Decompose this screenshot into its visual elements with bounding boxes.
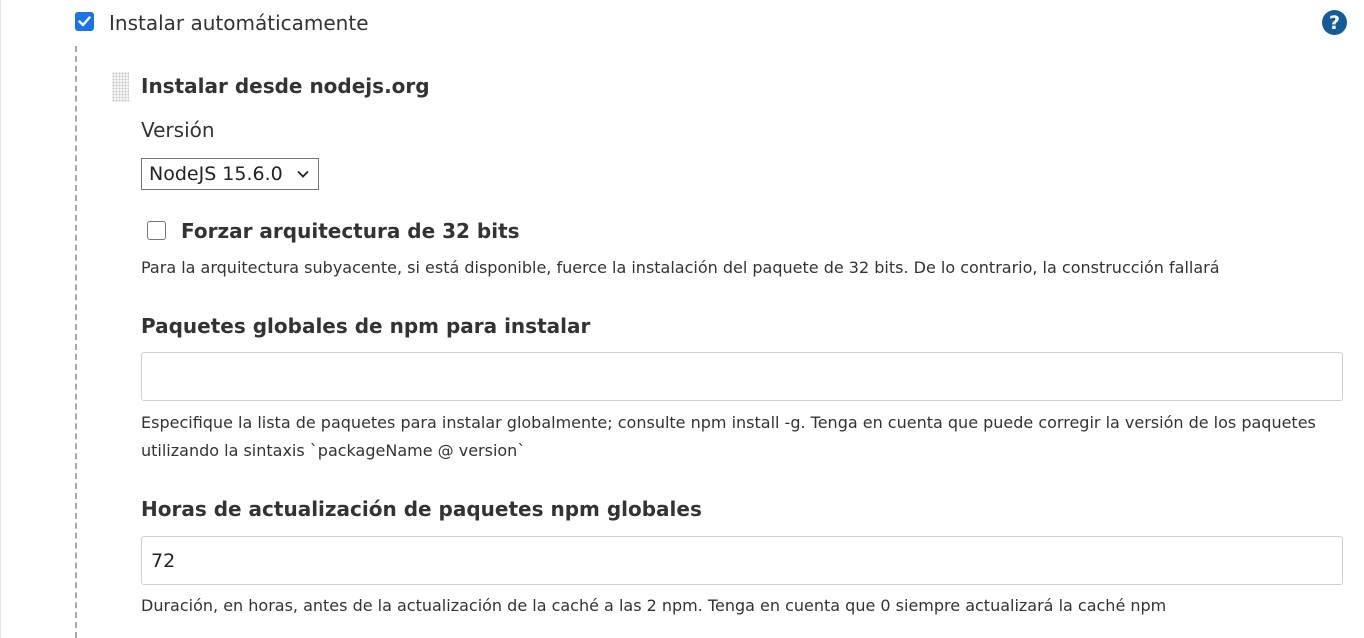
refresh-hours-input[interactable]: 72 (141, 536, 1343, 585)
installer-title: Instalar desde nodejs.org (141, 74, 430, 98)
refresh-hours-label: Horas de actualización de paquetes npm g… (141, 497, 702, 521)
version-select-value: NodeJS 15.6.0 (149, 163, 283, 185)
checkmark-icon (78, 16, 91, 27)
force-32bit-help: Para la arquitectura subyacente, si está… (141, 258, 1220, 277)
tool-installer-config: Instalar automáticamente ? Instalar desd… (0, 0, 1364, 638)
global-packages-input[interactable] (141, 352, 1343, 401)
chevron-down-icon (297, 170, 309, 178)
force-32bit-checkbox[interactable] (147, 221, 166, 240)
refresh-hours-help: Duración, en horas, antes de la actualiz… (141, 596, 1167, 615)
auto-install-label[interactable]: Instalar automáticamente (109, 11, 369, 35)
auto-install-checkbox[interactable] (75, 12, 94, 31)
global-packages-help: Especifique la lista de paquetes para in… (141, 413, 1316, 460)
installer-section-divider (75, 46, 77, 638)
version-select[interactable]: NodeJS 15.6.0 (141, 158, 319, 190)
question-mark-circle-icon[interactable]: ? (1322, 10, 1347, 35)
global-packages-label: Paquetes globales de npm para instalar (141, 314, 591, 338)
force-32bit-label[interactable]: Forzar arquitectura de 32 bits (181, 219, 520, 243)
version-label: Versión (141, 118, 215, 142)
drag-handle-icon[interactable] (112, 72, 129, 102)
